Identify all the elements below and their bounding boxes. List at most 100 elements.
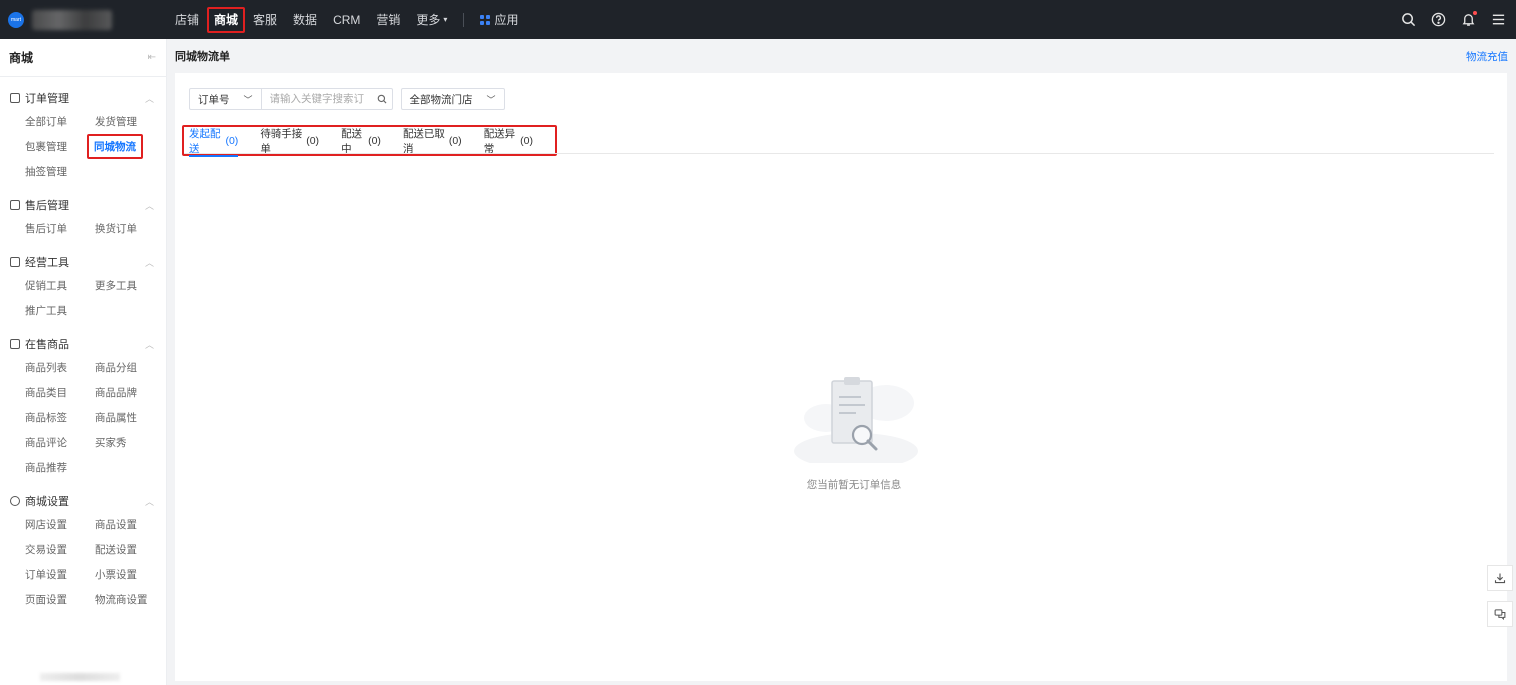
brand-logo[interactable]: mart xyxy=(0,0,167,39)
sidebar-link[interactable]: 交易设置 xyxy=(25,537,95,562)
chevron-down-icon: ﹀ xyxy=(243,94,253,105)
empty-state-illustration xyxy=(786,373,926,469)
sidebar-group-head[interactable]: 经营工具 ︿ xyxy=(0,251,166,273)
nav-service[interactable]: 客服 xyxy=(245,7,285,33)
sidebar: 商城 ⇤ 订单管理 ︿ 全部订单 发货管理 包裹管理 同城物流 抽签管理 售后管… xyxy=(0,39,167,685)
sidebar-link[interactable]: 商品推荐 xyxy=(25,455,95,480)
sidebar-link[interactable]: 推广工具 xyxy=(25,298,95,323)
product-icon xyxy=(10,339,20,349)
tab-delivering[interactable]: 配送中 (0) xyxy=(341,125,381,156)
nav-more[interactable]: 更多 ▾ xyxy=(408,7,455,33)
search-input[interactable] xyxy=(261,93,372,105)
collapse-sidebar-icon[interactable]: ⇤ xyxy=(148,52,156,63)
search-icon[interactable] xyxy=(372,94,392,104)
sidebar-link[interactable]: 买家秀 xyxy=(95,430,165,455)
nav-crm[interactable]: CRM xyxy=(325,7,368,33)
sidebar-link[interactable]: 换货订单 xyxy=(95,216,165,241)
chevron-up-icon: ︿ xyxy=(144,257,154,268)
sidebar-header: 商城 ⇤ xyxy=(0,39,166,77)
sidebar-footer-blurred xyxy=(40,673,120,681)
sidebar-link-active[interactable]: 同城物流 xyxy=(87,134,165,159)
download-icon[interactable] xyxy=(1487,565,1513,591)
sidebar-title: 商城 xyxy=(9,51,34,65)
sidebar-group-orders: 订单管理 ︿ 全部订单 发货管理 包裹管理 同城物流 抽签管理 xyxy=(0,77,166,184)
bell-icon[interactable] xyxy=(1460,10,1477,28)
sidebar-link[interactable]: 促销工具 xyxy=(25,273,95,298)
sidebar-link[interactable]: 物流商设置 xyxy=(95,587,165,612)
tab-exception[interactable]: 配送异常 (0) xyxy=(484,125,533,156)
tabs-divider xyxy=(184,153,1494,154)
top-nav: 店铺 商城 客服 数据 CRM 营销 更多 ▾ 应用 xyxy=(167,0,526,39)
sidebar-link[interactable]: 商品分组 xyxy=(95,355,165,380)
nav-apps-label: 应用 xyxy=(494,13,519,27)
search-group: 订单号 ﹀ xyxy=(189,88,393,110)
sidebar-link[interactable]: 页面设置 xyxy=(25,587,95,612)
tab-initiate-delivery[interactable]: 发起配送 (0) xyxy=(189,125,239,157)
logo-name-blurred xyxy=(32,9,112,30)
sidebar-link[interactable]: 售后订单 xyxy=(25,216,95,241)
sidebar-link[interactable]: 网店设置 xyxy=(25,512,95,537)
sidebar-link-label: 同城物流 xyxy=(87,134,143,159)
sidebar-group-title: 售后管理 xyxy=(25,200,69,212)
empty-state-text: 您当前暂无订单信息 xyxy=(806,479,902,491)
sidebar-group-head[interactable]: 在售商品 ︿ xyxy=(0,333,166,355)
empty-clipboard-icon xyxy=(794,377,918,469)
search-icon[interactable] xyxy=(1400,12,1416,28)
logo-icon: mart xyxy=(8,11,24,28)
search-field-select[interactable]: 订单号 ﹀ xyxy=(190,89,262,109)
sidebar-link[interactable]: 商品属性 xyxy=(95,405,165,430)
sidebar-group-title: 商城设置 xyxy=(25,496,69,508)
sidebar-link[interactable]: 商品品牌 xyxy=(95,380,165,405)
search-field-label: 订单号 xyxy=(198,93,230,106)
caret-down-icon: ▾ xyxy=(443,15,448,24)
nav-divider xyxy=(463,12,465,27)
nav-more-label: 更多 xyxy=(416,13,441,27)
sidebar-link[interactable]: 商品类目 xyxy=(25,380,95,405)
sidebar-link[interactable]: 小票设置 xyxy=(95,562,165,587)
sidebar-link[interactable]: 订单设置 xyxy=(25,562,95,587)
filter-bar: 订单号 ﹀ 全部物流门店 ﹀ xyxy=(189,88,505,110)
sidebar-link[interactable]: 抽签管理 xyxy=(25,159,95,184)
logistics-recharge-link[interactable]: 物流充值 xyxy=(1466,49,1508,64)
sidebar-link[interactable]: 更多工具 xyxy=(95,273,165,298)
tab-cancelled[interactable]: 配送已取消 (0) xyxy=(403,125,462,156)
chevron-up-icon: ︿ xyxy=(144,93,154,104)
menu-icon[interactable] xyxy=(1490,12,1506,28)
tools-icon xyxy=(10,257,20,267)
sidebar-link[interactable]: 商品列表 xyxy=(25,355,95,380)
sidebar-link[interactable]: 配送设置 xyxy=(95,537,165,562)
order-icon xyxy=(10,93,20,103)
chevron-up-icon: ︿ xyxy=(144,200,154,211)
sidebar-group-title: 在售商品 xyxy=(25,339,69,351)
nav-store[interactable]: 店铺 xyxy=(167,7,207,33)
top-navbar: mart 店铺 商城 客服 数据 CRM 营销 更多 ▾ 应用 xyxy=(0,0,1516,39)
sidebar-link[interactable]: 商品评论 xyxy=(25,430,95,455)
store-select-label: 全部物流门店 xyxy=(409,93,473,106)
chevron-up-icon: ︿ xyxy=(144,496,154,507)
nav-apps[interactable]: 应用 xyxy=(472,7,526,33)
notification-dot xyxy=(1473,10,1477,15)
top-actions xyxy=(1386,0,1506,39)
sidebar-link[interactable]: 发货管理 xyxy=(95,109,165,134)
sidebar-link[interactable]: 全部订单 xyxy=(25,109,95,134)
sidebar-group-head[interactable]: 订单管理 ︿ xyxy=(0,87,166,109)
nav-mall[interactable]: 商城 xyxy=(207,6,246,33)
sidebar-link[interactable]: 商品设置 xyxy=(95,512,165,537)
store-select[interactable]: 全部物流门店 ﹀ xyxy=(400,88,505,110)
help-icon[interactable] xyxy=(1430,12,1446,28)
sidebar-group-title: 经营工具 xyxy=(25,257,69,269)
nav-marketing[interactable]: 营销 xyxy=(368,7,408,33)
sidebar-group-head[interactable]: 商城设置 ︿ xyxy=(0,490,166,512)
sidebar-group-title: 订单管理 xyxy=(25,93,69,105)
status-tabs: 发起配送 (0) 待骑手接单 (0) 配送中 (0) 配送已取消 (0) 配送异常 (0) xyxy=(182,125,557,157)
tab-awaiting-rider[interactable]: 待骑手接单 (0) xyxy=(260,125,319,156)
chevron-up-icon: ︿ xyxy=(144,339,154,350)
sidebar-link[interactable]: 包裹管理 xyxy=(25,134,95,159)
apps-grid-icon xyxy=(480,14,491,25)
sidebar-group-aftersale: 售后管理 ︿ 售后订单 换货订单 xyxy=(0,184,166,241)
sidebar-group-head[interactable]: 售后管理 ︿ xyxy=(0,194,166,216)
chat-icon[interactable] xyxy=(1487,601,1513,627)
nav-data[interactable]: 数据 xyxy=(285,7,325,33)
chevron-down-icon: ﹀ xyxy=(486,94,496,105)
sidebar-link[interactable]: 商品标签 xyxy=(25,405,95,430)
